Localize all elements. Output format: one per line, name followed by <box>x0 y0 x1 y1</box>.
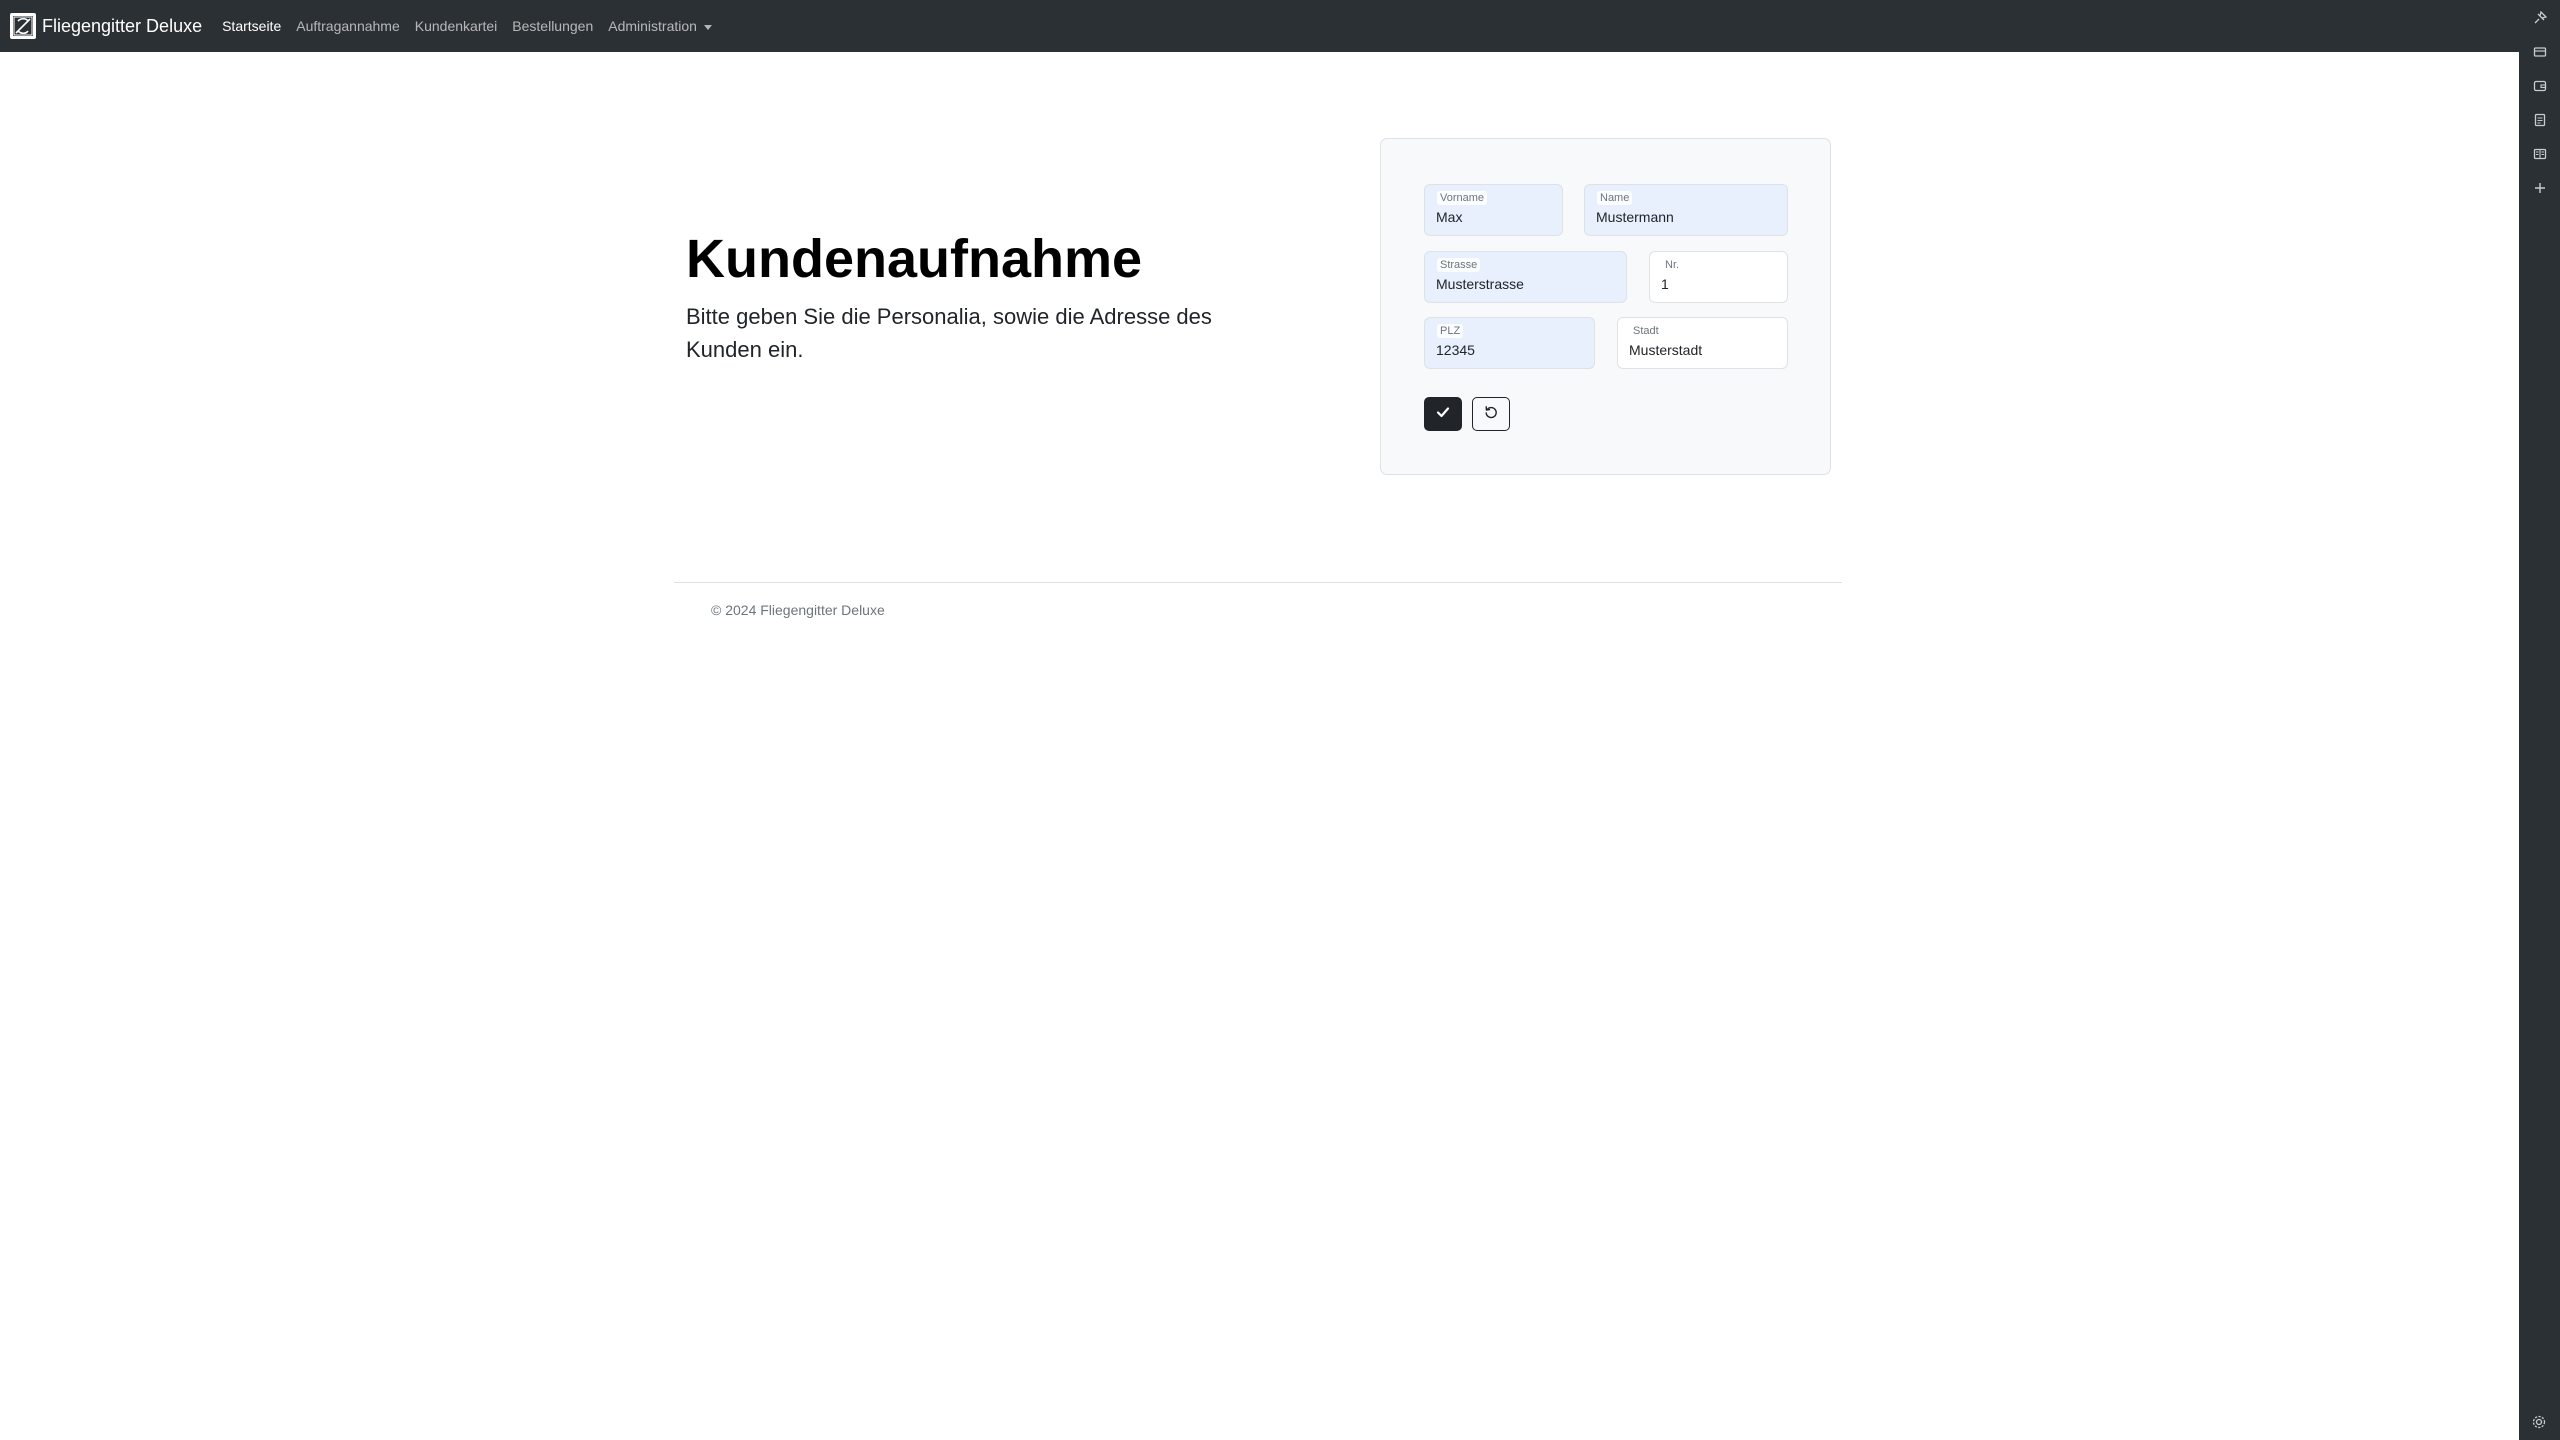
nr-input[interactable] <box>1661 276 1776 292</box>
plz-label: PLZ <box>1437 324 1464 338</box>
submit-button[interactable] <box>1424 397 1462 431</box>
stadt-input[interactable] <box>1629 342 1776 358</box>
browser-side-panel <box>2519 0 2560 1440</box>
vorname-input[interactable] <box>1436 209 1551 225</box>
document-icon[interactable] <box>2532 112 2548 128</box>
plz-field[interactable]: PLZ <box>1424 317 1595 369</box>
customer-form-card: Vorname Name Strasse Nr. PLZ Stadt <box>1380 138 1831 475</box>
nav-menu: Startseite Auftragannahme Kundenkartei B… <box>222 18 727 34</box>
nav-item-startseite[interactable]: Startseite <box>222 18 281 34</box>
footer-divider <box>674 582 1842 583</box>
footer-copyright: © 2024 Fliegengitter Deluxe <box>711 602 885 618</box>
nav-item-administration-label: Administration <box>608 18 697 34</box>
stadt-label: Stadt <box>1630 324 1662 338</box>
brand-logo-icon <box>10 13 36 39</box>
page-lead-text: Bitte geben Sie die Personalia, sowie di… <box>686 304 1212 362</box>
strasse-input[interactable] <box>1436 276 1615 292</box>
strasse-label: Strasse <box>1437 258 1481 272</box>
check-icon <box>1436 405 1450 424</box>
plz-input[interactable] <box>1436 342 1583 358</box>
sparkle-pin-icon[interactable] <box>2532 10 2548 26</box>
reset-button[interactable] <box>1472 397 1510 431</box>
name-input[interactable] <box>1596 209 1776 225</box>
brand-name: Fliegengitter Deluxe <box>42 15 203 36</box>
tab-icon[interactable] <box>2532 44 2548 60</box>
caret-down-icon <box>703 24 712 30</box>
settings-icon[interactable] <box>2531 1414 2547 1430</box>
page-title: Kundenaufnahme <box>686 229 1143 289</box>
stadt-field[interactable]: Stadt <box>1617 317 1788 369</box>
nav-item-auftragannahme[interactable]: Auftragannahme <box>296 18 400 34</box>
reading-list-icon[interactable] <box>2532 146 2548 162</box>
nav-item-administration-dropdown[interactable]: Administration <box>608 18 712 34</box>
name-field[interactable]: Name <box>1584 184 1788 236</box>
brand-link[interactable]: Fliegengitter Deluxe <box>10 13 202 39</box>
add-icon[interactable] <box>2532 180 2548 196</box>
reset-arrow-icon <box>1484 405 1498 424</box>
strasse-field[interactable]: Strasse <box>1424 251 1627 303</box>
wallet-icon[interactable] <box>2532 78 2548 94</box>
name-label: Name <box>1597 191 1633 205</box>
nr-label: Nr. <box>1662 258 1683 272</box>
vorname-field[interactable]: Vorname <box>1424 184 1563 236</box>
vorname-label: Vorname <box>1437 191 1488 205</box>
nav-item-bestellungen[interactable]: Bestellungen <box>512 18 593 34</box>
nav-item-kundenkartei[interactable]: Kundenkartei <box>415 18 498 34</box>
top-navbar: Fliegengitter Deluxe Startseite Auftraga… <box>0 0 2519 52</box>
nr-field[interactable]: Nr. <box>1649 251 1788 303</box>
